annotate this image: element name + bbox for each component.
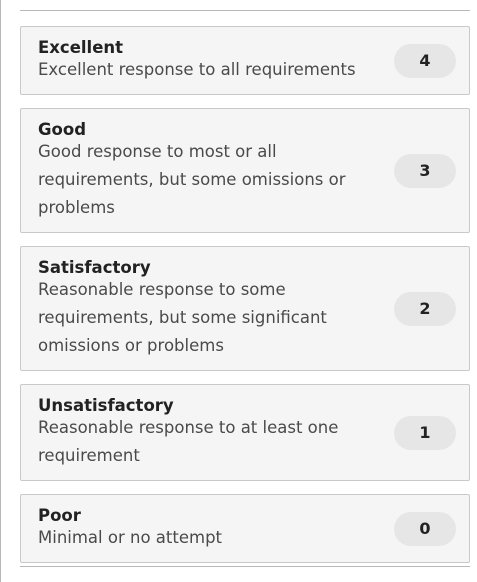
criterion-good[interactable]: Good Good response to most or all requir… bbox=[20, 108, 470, 233]
criterion-text: Unsatisfactory Reasonable response to at… bbox=[38, 395, 388, 470]
criterion-excellent[interactable]: Excellent Excellent response to all requ… bbox=[20, 26, 470, 95]
points-badge: 0 bbox=[394, 511, 456, 546]
points-badge: 1 bbox=[394, 415, 456, 450]
bottom-divider bbox=[20, 566, 470, 567]
top-divider bbox=[20, 10, 470, 11]
criterion-poor[interactable]: Poor Minimal or no attempt 0 bbox=[20, 494, 470, 563]
criterion-description: Reasonable response to at least one requ… bbox=[38, 418, 339, 465]
criterion-description: Minimal or no attempt bbox=[38, 528, 223, 547]
criterion-satisfactory[interactable]: Satisfactory Reasonable response to some… bbox=[20, 246, 470, 371]
criterion-text: Excellent Excellent response to all requ… bbox=[38, 37, 388, 84]
points-badge: 2 bbox=[394, 291, 456, 326]
criterion-description: Reasonable response to some requirements… bbox=[38, 280, 327, 355]
points-badge: 3 bbox=[394, 153, 456, 188]
criterion-text: Good Good response to most or all requir… bbox=[38, 119, 388, 222]
criterion-description: Good response to most or all requirement… bbox=[38, 142, 346, 217]
left-border bbox=[0, 0, 1, 582]
criterion-unsatisfactory[interactable]: Unsatisfactory Reasonable response to at… bbox=[20, 384, 470, 481]
rubric-criteria-list: Excellent Excellent response to all requ… bbox=[20, 26, 470, 576]
criterion-text: Poor Minimal or no attempt bbox=[38, 505, 388, 552]
criterion-description: Excellent response to all requirements bbox=[38, 60, 356, 79]
points-badge: 4 bbox=[394, 43, 456, 78]
criterion-text: Satisfactory Reasonable response to some… bbox=[38, 257, 388, 360]
